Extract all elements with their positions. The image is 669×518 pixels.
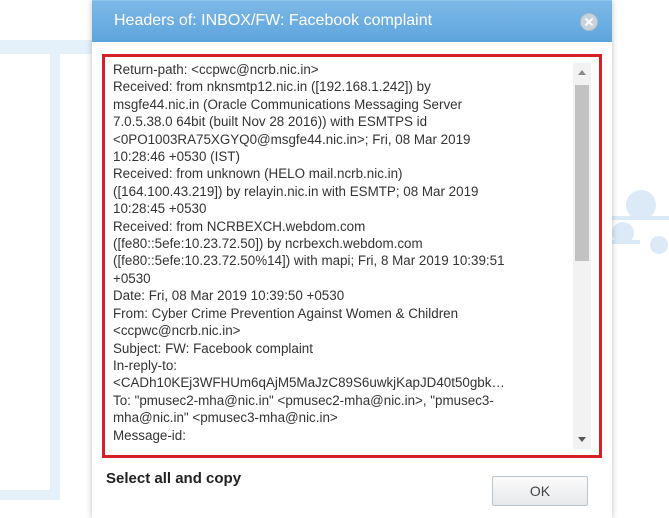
- header-line: <CADh10KEj3WFHUm6qAjM5MaJzC89S6uwkjKapJD…: [113, 375, 505, 391]
- scrollbar-thumb[interactable]: [575, 85, 589, 261]
- scroll-up-button[interactable]: [573, 63, 591, 81]
- header-line: +0530: [113, 270, 151, 286]
- header-line: Received: from nknsmtp12.nic.in ([192.16…: [113, 79, 431, 95]
- header-line: From: Cyber Crime Prevention Against Wom…: [113, 305, 459, 321]
- header-line: 10:28:46 +0530 (IST): [113, 149, 240, 165]
- headers-text-area[interactable]: Return-path: <ccpwc@ncrb.nic.in> Received…: [102, 54, 602, 458]
- arrow-up-icon: [578, 70, 586, 75]
- header-line: 7.0.5.38.0 64bit (built Nov 28 2016)) wi…: [113, 114, 428, 130]
- arrow-down-icon: [578, 437, 586, 442]
- close-icon: [585, 18, 593, 26]
- header-line: Date: Fri, 08 Mar 2019 10:39:50 +0530: [113, 288, 345, 304]
- close-button[interactable]: [580, 13, 598, 31]
- scroll-down-button[interactable]: [573, 431, 591, 449]
- header-line: In-reply-to:: [113, 357, 177, 373]
- header-line: Return-path: <ccpwc@ncrb.nic.in>: [113, 62, 319, 77]
- header-line: 10:28:45 +0530: [113, 201, 207, 217]
- background-line-decoration: [612, 216, 669, 220]
- instruction-label: Select all and copy: [106, 470, 242, 487]
- header-line: ([164.100.43.219]) by relayin.nic.in wit…: [113, 183, 479, 199]
- headers-dialog: Headers of: INBOX/FW: Facebook complaint…: [92, 0, 612, 518]
- dialog-title: Headers of: INBOX/FW: Facebook complaint: [114, 12, 433, 29]
- header-line: Received: from unknown (HELO mail.ncrb.n…: [113, 166, 403, 182]
- header-line: ([fe80::5efe:10.23.72.50]) by ncrbexch.w…: [113, 236, 423, 252]
- header-line: Received: from NCRBEXCH.webdom.com: [113, 218, 366, 234]
- header-line: Subject: FW: Facebook complaint: [113, 340, 313, 356]
- header-line: <0PO1003RA75XGYQ0@msgfe44.nic.in>; Fri, …: [113, 131, 471, 147]
- header-line: mha@nic.in" <pmusec3-mha@nic.in>: [113, 410, 338, 426]
- dialog-titlebar[interactable]: Headers of: INBOX/FW: Facebook complaint: [92, 0, 612, 42]
- header-line: ([fe80::5efe:10.23.72.50%14]) with mapi;…: [113, 253, 505, 269]
- header-line: To: "pmusec2-mha@nic.in" <pmusec2-mha@ni…: [113, 392, 494, 408]
- vertical-scrollbar[interactable]: [573, 63, 591, 449]
- background-bracket-decoration: [0, 40, 60, 500]
- headers-text-content[interactable]: Return-path: <ccpwc@ncrb.nic.in> Received…: [113, 61, 568, 451]
- ok-button[interactable]: OK: [492, 476, 588, 506]
- header-line: Message-id:: [113, 427, 186, 443]
- header-line: <ccpwc@ncrb.nic.in>: [113, 323, 241, 339]
- background-node-decoration: [650, 236, 668, 254]
- header-line: msgfe44.nic.in (Oracle Communications Me…: [113, 96, 463, 112]
